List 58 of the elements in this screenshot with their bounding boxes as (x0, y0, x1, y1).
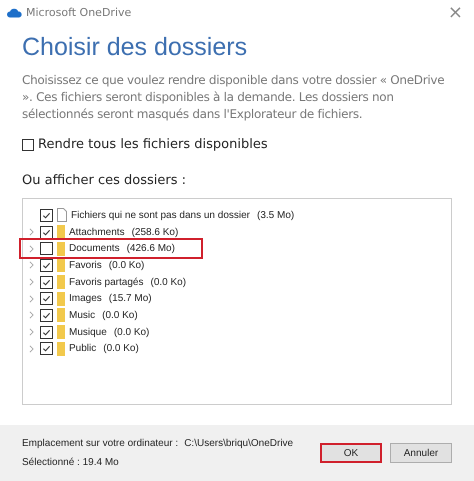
folder-size: (3.5 Mo) (257, 208, 294, 223)
checkbox[interactable] (40, 208, 53, 222)
checkbox[interactable] (22, 138, 34, 151)
close-button[interactable]: × (448, 4, 463, 22)
folder-size: (15.7 Mo) (108, 292, 152, 306)
folder-size: (0.0 Ko) (102, 308, 138, 323)
file-icon (57, 208, 67, 222)
folder-icon (57, 258, 65, 272)
folder-name: Music (69, 308, 96, 323)
folder-name: Fichiers qui ne sont pas dans un dossier (71, 208, 250, 223)
folder-name: Public (69, 342, 96, 356)
folder-size: (0.0 Ko) (103, 342, 139, 356)
tree-row[interactable]: Attachments (258.6 Ko) (23, 224, 203, 240)
folder-size: (426.6 Mo) (126, 242, 175, 256)
folder-name: Attachments (69, 226, 125, 240)
tree-row[interactable]: Music (0.0 Ko) (23, 307, 203, 324)
folder-icon (57, 308, 65, 322)
folder-name: Favoris partagés (69, 276, 144, 290)
tree-row[interactable]: Public (0.0 Ko) (23, 340, 203, 358)
checkbox[interactable] (40, 326, 53, 339)
location-label: Emplacement sur votre ordinateur : (22, 437, 178, 451)
checkbox[interactable] (40, 308, 53, 322)
dialog-button[interactable]: OK (320, 443, 382, 463)
tree-row[interactable]: Musique (0.0 Ko) (23, 324, 203, 340)
folder-icon (57, 342, 65, 356)
window-title: Microsoft OneDrive (26, 4, 132, 21)
folder-size: (258.6 Ko) (132, 226, 178, 240)
checkbox-label: Rendre tous les fichiers disponibles (38, 136, 268, 154)
dialog-heading: Choisir des dossiers (22, 32, 248, 62)
description: Choisissez ce que voulez rendre disponible dans votre dossier « OneDrive ». Ces fichiers seront disponibles à la demande. Les dossiers non sélectionnés seront masqués dans l'Explorateur de fichiers. (22, 72, 446, 123)
checkbox[interactable] (40, 276, 53, 289)
location-path: C:\Users\briqu\OneDrive (184, 437, 294, 451)
tree-row[interactable]: Images (15.7 Mo) (23, 290, 203, 308)
tree-row[interactable]: Documents (426.6 Mo) (21, 240, 201, 258)
folder-size: (0.0 Ko) (108, 258, 144, 273)
checkbox[interactable] (40, 242, 53, 256)
checkbox[interactable] (40, 292, 53, 306)
selected-size: Sélectionné : 19.4 Mo (22, 456, 120, 470)
checkbox[interactable] (40, 342, 53, 356)
folder-icon (57, 325, 65, 340)
folder-size: (0.0 Ko) (114, 326, 150, 340)
cloud-icon (7, 8, 22, 18)
folder-icon (57, 292, 65, 306)
folder-name: Documents (69, 242, 120, 256)
tree-row[interactable]: Favoris partagés (0.0 Ko) (23, 274, 203, 290)
tree-label: Ou afficher ces dossiers : (22, 172, 188, 190)
folder-name: Favoris (69, 258, 102, 273)
checkbox[interactable] (40, 258, 53, 272)
folder-name: Images (69, 292, 102, 306)
dialog-button[interactable]: Annuler (390, 443, 452, 463)
checkbox[interactable] (40, 226, 53, 239)
folder-icon (57, 275, 65, 290)
folder-icon (57, 225, 65, 240)
tree-row[interactable]: Fichiers qui ne sont pas dans un dossier (3.5 Mo) (23, 207, 451, 224)
folder-name: Musique (69, 326, 107, 340)
folder-icon (57, 242, 65, 256)
tree-row[interactable]: Favoris (0.0 Ko) (23, 257, 203, 274)
folder-size: (0.0 Ko) (150, 276, 186, 290)
